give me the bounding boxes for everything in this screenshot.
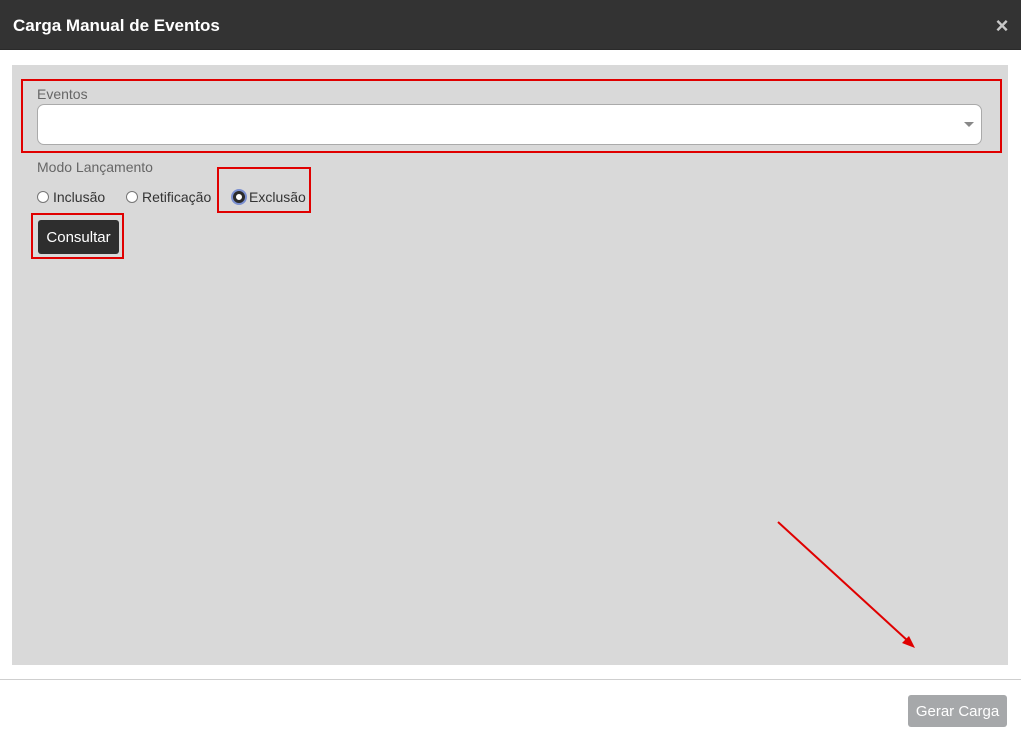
radio-inclusao[interactable]: Inclusão <box>37 188 105 206</box>
radio-exclusao[interactable]: Exclusão <box>233 188 306 206</box>
radio-retificacao[interactable]: Retificação <box>126 188 211 206</box>
radio-exclusao-label: Exclusão <box>249 189 306 205</box>
radio-retificacao-circle[interactable] <box>126 191 138 203</box>
radio-inclusao-label: Inclusão <box>53 189 106 205</box>
gerar-carga-button[interactable]: Gerar Carga <box>908 695 1007 727</box>
radio-inclusao-circle[interactable] <box>37 191 49 203</box>
modal-title: Carga Manual de Eventos <box>13 16 220 35</box>
footer-divider <box>0 679 1021 680</box>
modal-body <box>12 65 1008 665</box>
eventos-select[interactable] <box>37 104 982 145</box>
modo-lancamento-label: Modo Lançamento <box>37 159 153 175</box>
radio-retificacao-label: Retificação <box>142 189 212 205</box>
close-icon[interactable]: × <box>991 15 1013 37</box>
modal-header: Carga Manual de Eventos × <box>0 0 1021 50</box>
modal-dialog: Carga Manual de Eventos × Eventos Modo L… <box>0 0 1021 741</box>
chevron-down-icon <box>964 122 974 127</box>
radio-exclusao-circle[interactable] <box>233 191 245 203</box>
consultar-button[interactable]: Consultar <box>38 220 119 254</box>
eventos-label: Eventos <box>37 86 88 102</box>
